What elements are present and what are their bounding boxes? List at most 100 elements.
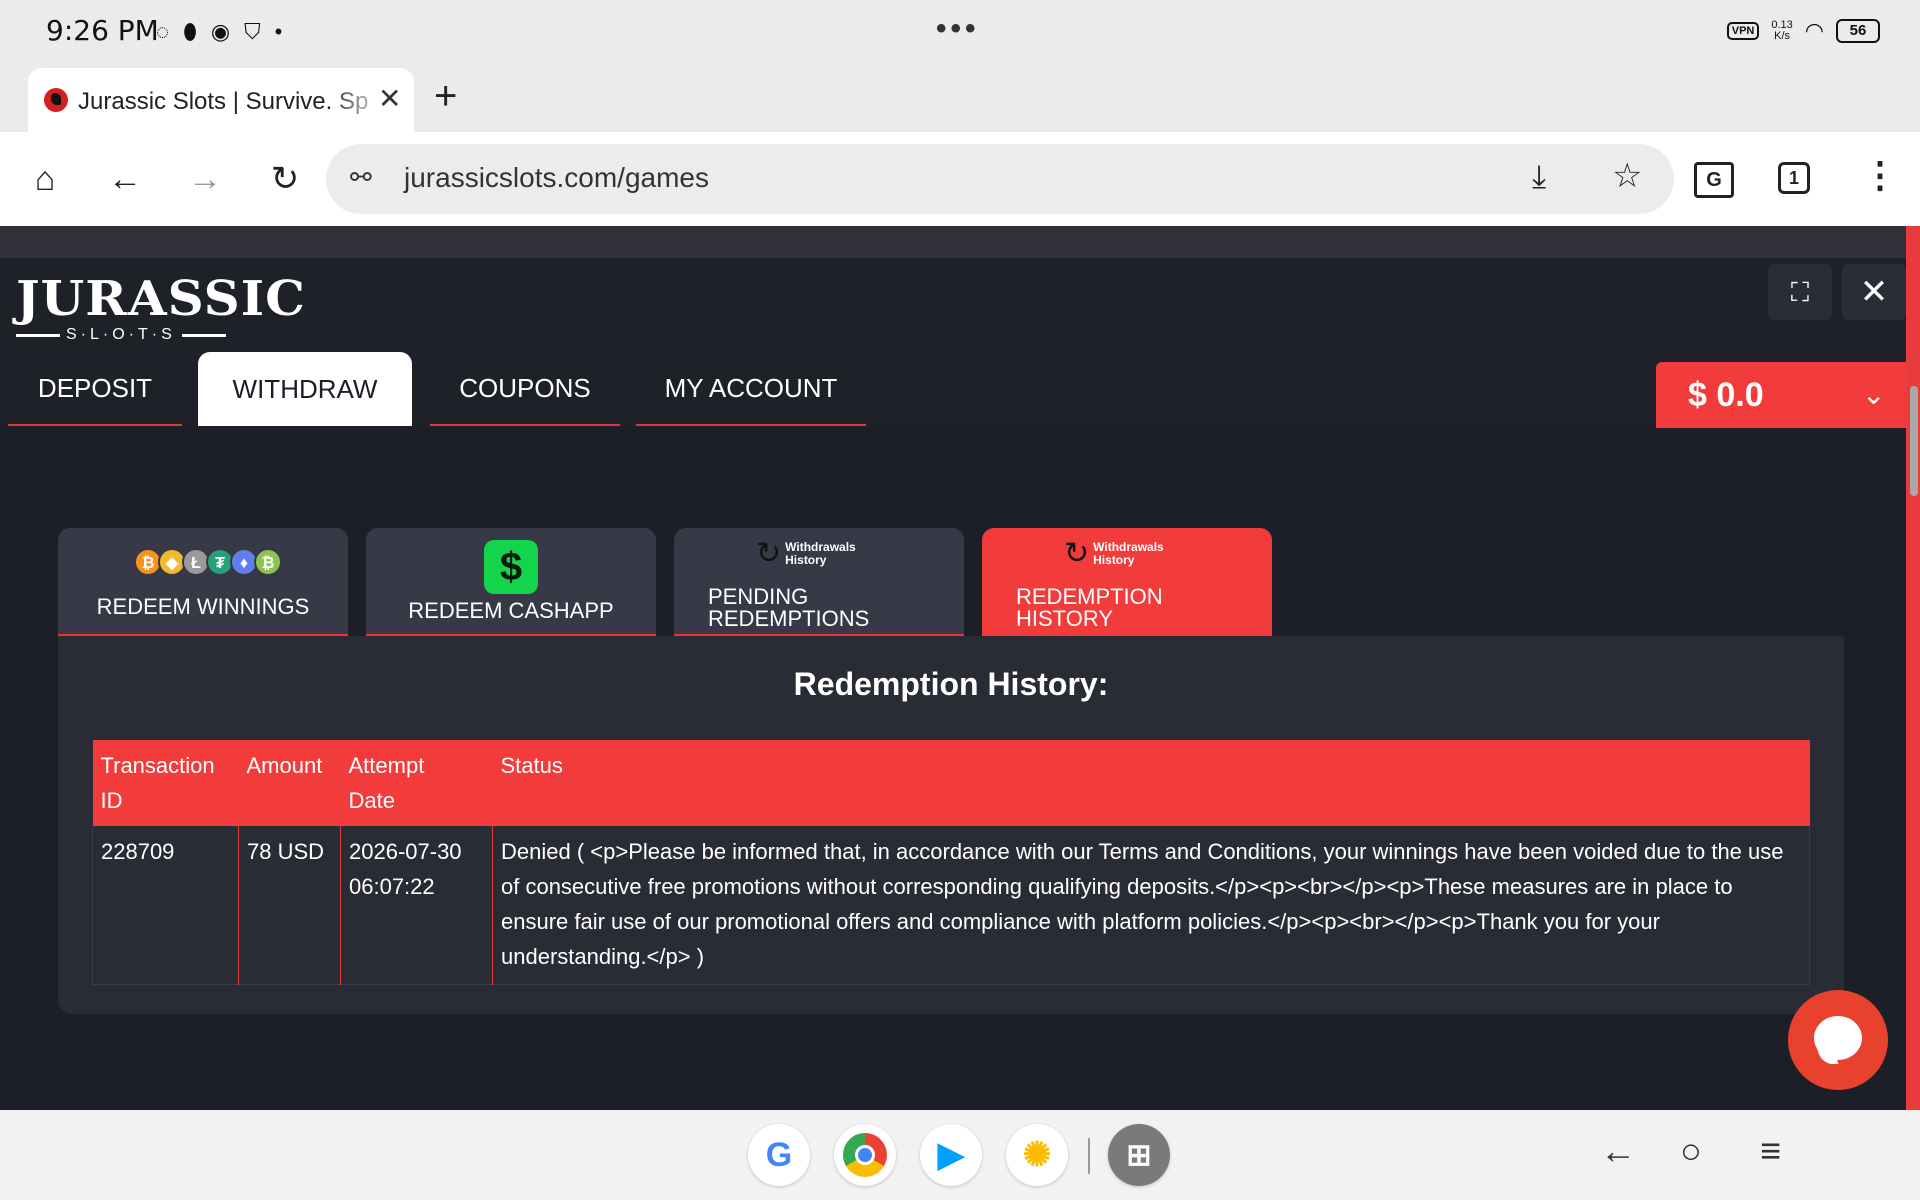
history-icon-line2: History bbox=[1093, 553, 1135, 567]
tab-title: Jurassic Slots | Survive. Spin bbox=[78, 88, 368, 115]
table-header-row: Transaction ID Amount Attempt Date Status bbox=[92, 740, 1810, 826]
browser-toolbar: ⌂ ← → ↻ ⚯ jurassicslots.com/games ⤓ ☆ G … bbox=[0, 132, 1920, 226]
sync-icon: ◌ bbox=[156, 19, 170, 44]
more-dots[interactable]: ••• bbox=[936, 12, 980, 46]
nav-back-icon[interactable]: ← bbox=[1600, 1130, 1636, 1172]
app-drawer-icon[interactable]: ⊞ bbox=[1108, 1124, 1170, 1186]
jurassic-slots-logo: JURASSIC S·L·O·T·S bbox=[16, 270, 306, 346]
web-page: JURASSIC S·L·O·T·S ⛶ ✕ DEPOSIT WITHDRAW … bbox=[0, 226, 1920, 1110]
nav-recents-icon[interactable]: ≡ bbox=[1760, 1130, 1781, 1172]
history-arrow-icon: ↻ bbox=[1064, 537, 1090, 570]
fullscreen-icon[interactable]: ⛶ bbox=[1768, 264, 1832, 320]
redemption-history-panel: Redemption History: Transaction ID Amount… bbox=[58, 636, 1844, 1014]
shield-check-icon: ⛉ bbox=[244, 19, 261, 44]
logo-main-text: JURASSIC bbox=[16, 270, 306, 327]
page-right-edge bbox=[1906, 226, 1920, 1110]
install-app-icon[interactable]: ⤓ bbox=[1532, 158, 1546, 196]
balance-value: $ 0.0 bbox=[1688, 376, 1764, 414]
browser-tab-strip: Jurassic Slots | Survive. Spin ✕ + bbox=[0, 66, 1920, 132]
dinosaur-favicon-icon bbox=[44, 88, 68, 112]
tab-withdraw[interactable]: WITHDRAW bbox=[198, 352, 412, 426]
history-label-line2: HISTORY bbox=[1016, 606, 1113, 631]
dot-icon: • bbox=[274, 19, 283, 44]
dock-separator bbox=[1088, 1138, 1090, 1174]
forward-arrow-icon[interactable]: → bbox=[178, 152, 232, 206]
bookmark-star-icon[interactable]: ☆ bbox=[1612, 156, 1642, 196]
new-tab-icon[interactable]: + bbox=[434, 74, 457, 119]
chrome-logo-center bbox=[855, 1145, 875, 1165]
site-settings-icon[interactable]: ⚯ bbox=[350, 162, 372, 193]
clock: 9:26 PM bbox=[46, 14, 159, 47]
crypto-coins-icon: ₿ ◆ Ł ₮ ♦ ₿ bbox=[134, 548, 282, 576]
reload-icon[interactable]: ↻ bbox=[258, 152, 312, 206]
history-icon-line1: Withdrawals bbox=[785, 540, 856, 554]
redemption-history-card[interactable]: ↻ Withdrawals History REDEMPTION HISTORY bbox=[982, 528, 1272, 636]
google-app-icon[interactable]: G bbox=[748, 1124, 810, 1186]
bitcoin-cash-icon: ₿ bbox=[254, 548, 282, 576]
notification-icons: ◌ ⬮ ◉ ⛉ • bbox=[156, 18, 282, 46]
redeem-cashapp-card[interactable]: $ REDEEM CASHAPP bbox=[366, 528, 656, 636]
tab-coupons[interactable]: COUPONS bbox=[430, 352, 620, 426]
column-header-amount: Amount bbox=[238, 740, 341, 826]
browser-menu-icon[interactable]: ⋮ bbox=[1862, 154, 1898, 196]
google-photos-icon[interactable]: ✺ bbox=[1006, 1124, 1068, 1186]
logo-sub: S·L·O·T·S bbox=[16, 326, 272, 344]
col-transaction-line2: ID bbox=[100, 788, 123, 813]
chrome-app-icon[interactable] bbox=[834, 1124, 896, 1186]
network-speed: 0.13 K/s bbox=[1771, 20, 1792, 42]
url-text[interactable]: jurassicslots.com/games bbox=[404, 162, 709, 194]
history-icon-line1: Withdrawals bbox=[1093, 540, 1164, 554]
redeem-winnings-card[interactable]: ₿ ◆ Ł ₮ ♦ ₿ REDEEM WINNINGS bbox=[58, 528, 348, 636]
translate-icon[interactable]: G bbox=[1694, 162, 1734, 198]
close-modal-icon[interactable]: ✕ bbox=[1842, 264, 1906, 320]
col-transaction-line1: Transaction bbox=[100, 753, 215, 778]
history-arrow-icon: ↻ bbox=[756, 537, 782, 570]
home-icon[interactable]: ⌂ bbox=[18, 152, 72, 206]
cashapp-icon: $ bbox=[484, 540, 538, 594]
redeem-cashapp-label: REDEEM CASHAPP bbox=[408, 598, 614, 623]
redemption-history-table: Transaction ID Amount Attempt Date Status … bbox=[92, 740, 1810, 985]
balance-dropdown[interactable]: $ 0.0 ⌄ bbox=[1656, 362, 1906, 428]
cell-transaction-id: 228709 bbox=[92, 826, 239, 985]
chat-bubble-icon bbox=[1814, 1016, 1862, 1060]
tab-deposit[interactable]: DEPOSIT bbox=[8, 352, 182, 426]
cell-status: Denied ( <p>Please be informed that, in … bbox=[501, 839, 1784, 969]
keyhole-icon: ⬮ bbox=[183, 19, 197, 44]
pending-redemptions-label: PENDING REDEMPTIONS bbox=[708, 586, 869, 630]
tab-switcher-button[interactable]: 1 bbox=[1778, 162, 1810, 194]
play-store-icon[interactable]: ▶ bbox=[920, 1124, 982, 1186]
address-bar[interactable]: ⚯ jurassicslots.com/games ⤓ ☆ bbox=[326, 144, 1674, 214]
history-icon-text: Withdrawals History bbox=[785, 541, 856, 567]
nav-home-icon[interactable]: ○ bbox=[1680, 1130, 1702, 1172]
logo-line-left bbox=[16, 333, 60, 337]
battery-icon: 56 bbox=[1836, 19, 1880, 43]
table-row: 228709 78 USD 2026-07-30 06:07:22 Denied … bbox=[92, 826, 1810, 985]
system-status-bar: 9:26 PM ◌ ⬮ ◉ ⛉ • ••• VPN 0.13 K/s ◠ 56 bbox=[0, 0, 1920, 66]
cell-date: 2026-07-30 bbox=[349, 839, 462, 864]
column-header-transaction-id: Transaction ID bbox=[92, 740, 239, 826]
chevron-down-icon: ⌄ bbox=[1862, 379, 1886, 410]
live-chat-button[interactable] bbox=[1788, 990, 1888, 1090]
cell-time: 06:07:22 bbox=[349, 874, 435, 899]
scrollbar-thumb[interactable] bbox=[1910, 386, 1918, 496]
redeem-winnings-label: REDEEM WINNINGS bbox=[96, 594, 310, 619]
panel-title: Redemption History: bbox=[793, 666, 1109, 702]
pending-label-line2: REDEMPTIONS bbox=[708, 606, 870, 631]
history-icon-line2: History bbox=[785, 553, 827, 567]
withdrawals-history-icon: ↻ Withdrawals History bbox=[756, 538, 856, 570]
column-header-status: Status bbox=[492, 740, 1810, 826]
cell-amount: 78 USD bbox=[238, 826, 341, 985]
tab-my-account[interactable]: MY ACCOUNT bbox=[636, 352, 866, 426]
col-date-line1: Attempt bbox=[348, 753, 425, 778]
history-icon-text: Withdrawals History bbox=[1093, 541, 1164, 567]
system-icons: VPN 0.13 K/s ◠ 56 bbox=[1726, 18, 1880, 44]
chrome-logo bbox=[843, 1133, 887, 1177]
back-arrow-icon[interactable]: ← bbox=[98, 152, 152, 206]
cell-attempt-date: 2026-07-30 06:07:22 bbox=[340, 826, 493, 985]
browser-tab[interactable]: Jurassic Slots | Survive. Spin ✕ bbox=[28, 68, 414, 132]
column-header-attempt-date: Attempt Date bbox=[340, 740, 493, 826]
logo-line-right bbox=[181, 333, 226, 337]
col-date-line2: Date bbox=[348, 788, 395, 813]
pending-redemptions-card[interactable]: ↻ Withdrawals History PENDING REDEMPTIONS bbox=[674, 528, 964, 636]
close-tab-icon[interactable]: ✕ bbox=[378, 82, 401, 115]
